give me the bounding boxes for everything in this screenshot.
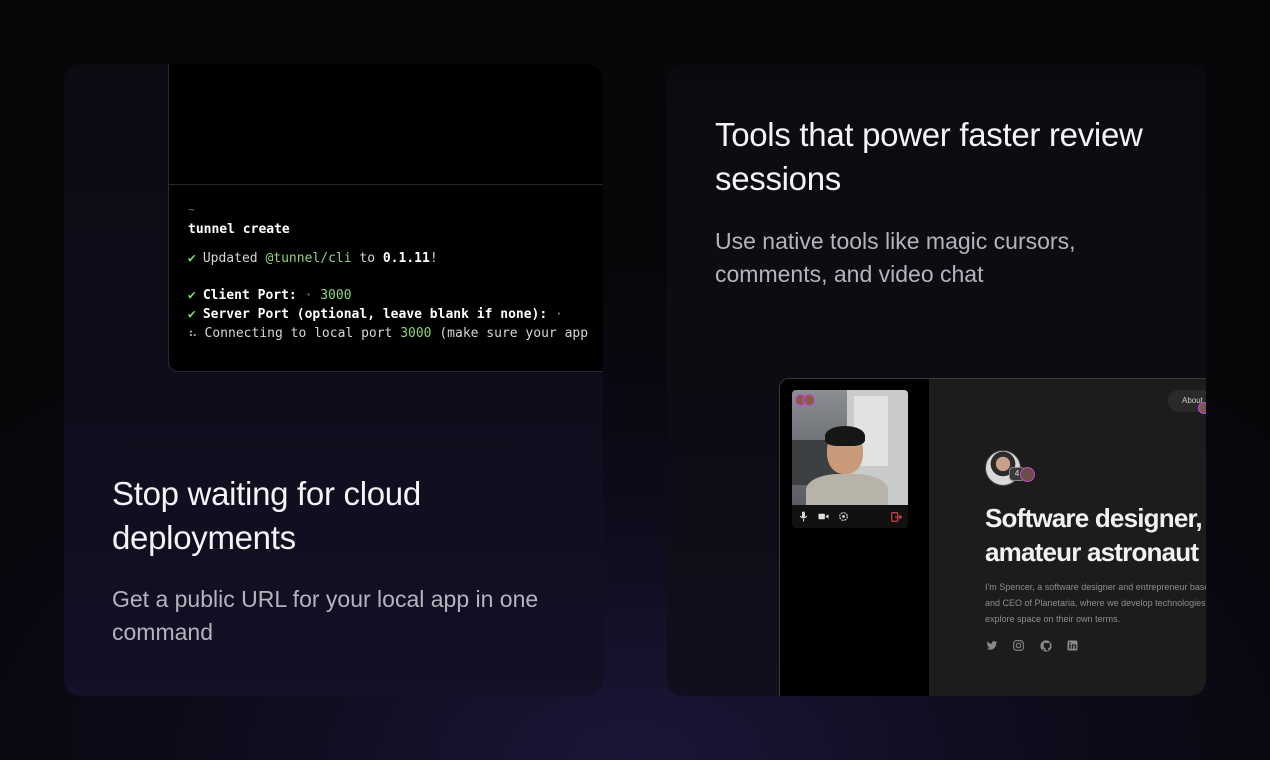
terminal-line-server-port: ✔ Server Port (optional, leave blank if n… — [188, 305, 603, 324]
connecting-suffix: (make sure your app — [431, 326, 589, 341]
check-icon: ✔ — [188, 251, 196, 266]
github-icon[interactable] — [1039, 639, 1052, 652]
site-intro-line3: explore space on their own terms. — [985, 614, 1121, 624]
updated-mid: to — [351, 251, 383, 266]
review-tools-subtitle: Use native tools like magic cursors, com… — [715, 228, 1076, 287]
leave-icon[interactable] — [891, 511, 902, 522]
server-port-label: Server Port (optional, leave blank if no… — [202, 307, 548, 322]
connecting-port: 3000 — [400, 326, 432, 341]
terminal-line-client-port: ✔ Client Port: · 3000 — [188, 286, 603, 305]
video-controls — [792, 505, 908, 528]
check-icon: ✔ — [188, 307, 196, 322]
site-intro-line1: I'm Spencer, a software designer and ent… — [985, 582, 1206, 592]
twitter-icon[interactable] — [985, 639, 998, 652]
site-heading-line1: Software designer, — [985, 503, 1203, 533]
connecting-prefix: Connecting to local port — [204, 326, 401, 341]
server-port-sep: · — [547, 307, 563, 322]
client-port-label: Client Port: — [202, 288, 297, 303]
client-port-sep: · — [296, 288, 321, 303]
terminal-cwd: ~ — [188, 203, 195, 216]
review-tools-title: Tools that power faster review sessions — [715, 116, 1143, 197]
terminal-command: tunnel create — [188, 222, 290, 237]
terminal-header — [169, 64, 603, 185]
cloud-deploy-subtitle: Get a public URL for your local app in o… — [112, 586, 539, 645]
video-tile — [792, 390, 908, 528]
updated-suffix: ! — [429, 251, 438, 266]
video-chat-panel — [780, 379, 930, 696]
magic-cursor-avatar — [1020, 467, 1035, 482]
terminal-line-connecting: ⠦ Connecting to local port 3000 (make sur… — [188, 324, 603, 343]
package-name: @tunnel/cli — [265, 251, 352, 266]
terminal-output: ~ tunnel create ✔ Updated @tunnel/cli to … — [169, 185, 603, 343]
spinner-icon: ⠦ — [188, 326, 198, 341]
linkedin-icon[interactable] — [1066, 639, 1079, 652]
terminal-line-updated: ✔ Updated @tunnel/cli to 0.1.11! — [188, 249, 603, 268]
review-tools-card: Tools that power faster review sessions … — [667, 64, 1206, 696]
participant-avatars — [795, 393, 815, 411]
instagram-icon[interactable] — [1012, 639, 1025, 652]
terminal-window: ~ tunnel create ✔ Updated @tunnel/cli to … — [168, 64, 603, 372]
magic-cursor-avatar — [1198, 402, 1206, 414]
settings-icon[interactable] — [838, 511, 849, 522]
avatar — [803, 394, 815, 406]
site-intro-line2: and CEO of Planetaria, where we develop … — [985, 598, 1206, 608]
package-version: 0.1.11 — [382, 251, 430, 266]
website-preview: About 4 Software designer, amateur astro… — [930, 379, 1206, 696]
check-icon: ✔ — [188, 288, 196, 303]
cloud-deploy-card: ~ tunnel create ✔ Updated @tunnel/cli to … — [64, 64, 603, 696]
site-heading: Software designer, amateur astronaut — [985, 501, 1203, 569]
participant-video — [792, 390, 908, 505]
client-port-value: 3000 — [320, 288, 352, 303]
social-links — [985, 639, 1079, 652]
mic-icon[interactable] — [798, 511, 809, 522]
site-heading-line2: amateur astronaut — [985, 537, 1199, 567]
camera-icon[interactable] — [818, 511, 829, 522]
cloud-deploy-title: Stop waiting for cloud deployments — [112, 475, 421, 556]
updated-prefix: Updated — [202, 251, 266, 266]
site-intro-text: I'm Spencer, a software designer and ent… — [985, 579, 1206, 627]
app-preview-window: About 4 Software designer, amateur astro… — [779, 378, 1206, 696]
